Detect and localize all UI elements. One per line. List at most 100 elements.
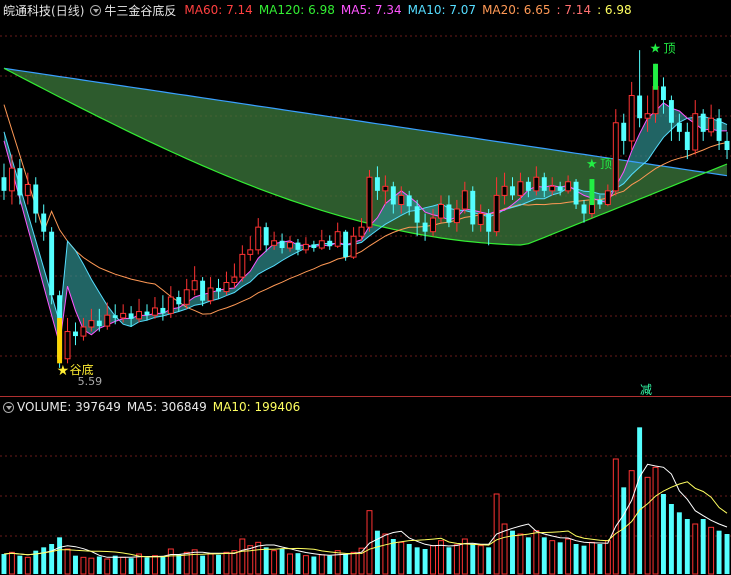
volume-bar [414, 547, 420, 574]
candle-body [486, 213, 492, 232]
candle-body [167, 296, 174, 314]
volume-bar [49, 544, 55, 574]
candle-body [41, 213, 47, 232]
candle-body [200, 280, 206, 301]
volume-bar [422, 549, 428, 574]
candle-body [88, 320, 95, 328]
volume-bar [41, 547, 47, 574]
candle-body [525, 181, 531, 191]
candle-body [430, 217, 437, 233]
candle-body [470, 190, 476, 225]
volume-bar [112, 555, 118, 574]
volume-bar [302, 555, 309, 575]
candle-body [33, 184, 39, 214]
volume-bar [120, 556, 127, 575]
volume-bar [533, 530, 540, 575]
candle-body [104, 314, 111, 327]
ma5-value: MA5: 7.34 [340, 3, 402, 17]
period-label: (日线) [51, 3, 85, 18]
indicator-menu-icon[interactable] [90, 4, 102, 16]
volume-bar [104, 558, 111, 575]
volume-bar [374, 530, 380, 574]
candle-body [295, 242, 301, 250]
volume-value: VOLUME: 397649 [17, 400, 121, 414]
volume-bar [716, 530, 722, 574]
candle-body [716, 118, 722, 141]
candle-body [453, 208, 460, 224]
volume-bar [167, 548, 174, 575]
candle-body [652, 85, 659, 115]
extra1-value: : 7.14 [556, 3, 592, 17]
volume-bar [160, 556, 166, 574]
volume-bar [700, 519, 706, 574]
volume-bar [191, 549, 198, 575]
price-chart[interactable]: ★ 谷底5.59★ 顶★ 顶减 [0, 20, 731, 396]
volume-header: VOLUME: 397649 MA5: 306849 MA10: 199406 [0, 398, 731, 416]
volume-ma10-value: MA10: 199406 [212, 400, 301, 414]
candle-body [446, 204, 452, 223]
candle-body [24, 183, 31, 196]
candle-body [216, 287, 221, 292]
candle-body [191, 280, 198, 291]
candle-body [692, 113, 699, 151]
candle-body [597, 199, 603, 205]
volume-bar [398, 541, 405, 575]
volume-bar [581, 545, 587, 574]
volume-chart[interactable] [0, 416, 731, 575]
volume-bar [207, 553, 214, 575]
volume-bar [255, 541, 262, 575]
volume-bar [223, 551, 230, 575]
candle-body [271, 240, 278, 246]
candle-body [231, 276, 238, 284]
candle-body [366, 176, 373, 228]
candle-body [549, 185, 556, 192]
candle-body [73, 331, 78, 337]
volume-bar [684, 519, 690, 574]
candle-body [223, 282, 230, 293]
volume-bar [231, 550, 238, 575]
volume-bar [295, 553, 301, 574]
candle-body [358, 226, 365, 237]
candle-body [398, 194, 405, 205]
volume-bar [406, 544, 412, 574]
volume-bar [628, 470, 635, 575]
candle-body [533, 176, 540, 192]
volume-bar [621, 487, 627, 574]
volume-bar [390, 539, 396, 574]
volume-bar [453, 544, 460, 575]
volume-bar [200, 555, 206, 574]
volume-bar [24, 556, 31, 575]
volume-bar [692, 523, 699, 575]
volume-bar [510, 530, 515, 574]
candle-body [700, 113, 706, 132]
volume-bar [612, 458, 619, 575]
volume-bar [8, 551, 15, 575]
candle-body [461, 190, 468, 210]
volume-menu-icon[interactable] [3, 401, 14, 413]
extra2-value: : 6.98 [597, 3, 632, 17]
volume-bar [327, 555, 333, 574]
candle-body [144, 311, 150, 316]
candle-body [176, 297, 182, 305]
candle-body [263, 227, 269, 246]
volume-bar [176, 554, 182, 574]
volume-bar [565, 538, 572, 575]
candle-body [621, 122, 627, 141]
volume-bar [144, 557, 150, 574]
volume-bar [382, 533, 389, 575]
star-icon: ★ [57, 363, 70, 379]
top-label: 顶 [664, 42, 676, 56]
stock-name: 皖通科技 [3, 3, 52, 18]
candle-body [724, 140, 730, 150]
volume-bar [80, 556, 87, 575]
indicator-name[interactable]: 牛三金谷底反 [104, 2, 176, 19]
bottom-signal-bar [57, 317, 63, 364]
candle-body [414, 206, 420, 223]
volume-bar [287, 553, 293, 575]
volume-bar [652, 466, 659, 575]
volume-bar [350, 551, 357, 575]
candle-body [637, 95, 643, 119]
panel-divider [0, 396, 731, 397]
candle-body [279, 240, 285, 249]
candle-body [8, 167, 15, 192]
